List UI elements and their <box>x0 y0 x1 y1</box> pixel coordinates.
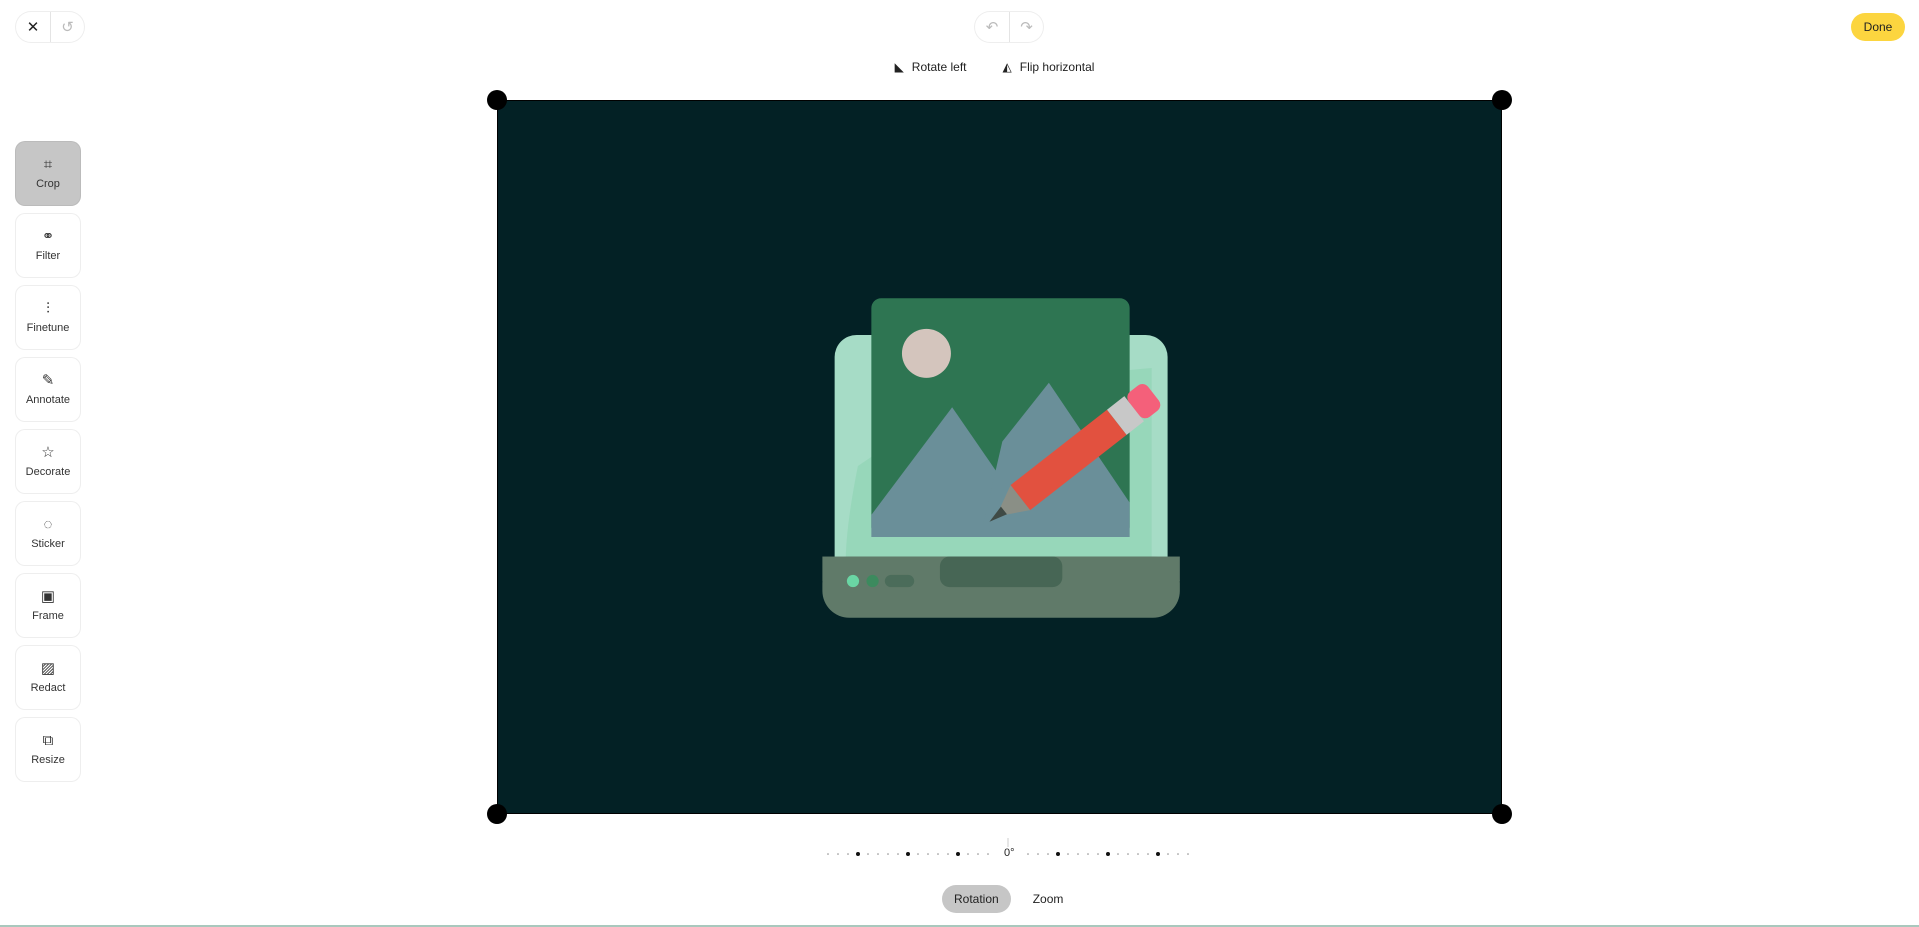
tool-filter[interactable]: ⚭ Filter <box>16 214 80 277</box>
rotation-tick <box>937 853 939 855</box>
star-icon: ☆ <box>41 444 55 461</box>
rotation-tick <box>1177 853 1179 855</box>
rotation-tick <box>1106 852 1110 856</box>
tool-sticker[interactable]: ◌ Sticker <box>16 502 80 565</box>
tool-label: Frame <box>32 610 64 622</box>
rotation-tick <box>1087 853 1089 855</box>
undo-icon[interactable]: ↶ <box>975 12 1009 42</box>
tool-decorate[interactable]: ☆ Decorate <box>16 430 80 493</box>
tool-redact[interactable]: ▨ Redact <box>16 646 80 709</box>
crop-icon: ⌗ <box>43 156 53 173</box>
rotation-tick <box>1147 853 1149 855</box>
rotation-tick <box>877 853 879 855</box>
tool-label: Sticker <box>31 538 65 550</box>
rotation-tick <box>1127 853 1129 855</box>
rotate-left-button[interactable]: ◣ Rotate left <box>895 60 967 74</box>
rotation-tick <box>927 853 929 855</box>
close-icon[interactable]: ✕ <box>16 12 50 42</box>
tool-label: Redact <box>30 682 66 694</box>
rotation-tick <box>897 853 899 855</box>
tool-label: Finetune <box>26 322 70 334</box>
rotation-tick <box>867 853 869 855</box>
tool-label: Annotate <box>25 394 71 406</box>
rotation-tick <box>856 852 860 856</box>
crop-handle-top-right[interactable] <box>1492 90 1512 110</box>
rotation-tick <box>1137 853 1139 855</box>
rotation-tick <box>987 853 989 855</box>
rotation-tick <box>827 853 829 855</box>
rotation-tick <box>956 852 960 856</box>
crop-handle-bottom-left[interactable] <box>487 804 507 824</box>
rotation-slider[interactable]: 0° <box>826 838 1190 868</box>
tool-label: Resize <box>31 754 65 766</box>
rotation-tick <box>1047 853 1049 855</box>
flip-horizontal-label: Flip horizontal <box>1019 60 1095 74</box>
image-canvas[interactable] <box>487 90 1512 824</box>
tool-sidebar: ⌗ Crop ⚭ Filter ⫶ Finetune ✎ Annotate ☆ Decor… <box>16 142 80 790</box>
image-illustration <box>822 298 1180 618</box>
tool-finetune[interactable]: ⫶ Finetune <box>16 286 80 349</box>
flip-horizontal-button[interactable]: ◭ Flip horizontal <box>1003 60 1095 74</box>
rotation-tick <box>1037 853 1039 855</box>
tool-annotate[interactable]: ✎ Annotate <box>16 358 80 421</box>
rotation-tick <box>847 853 849 855</box>
rotation-value: 0° <box>1002 847 1017 859</box>
rotate-left-label: Rotate left <box>911 60 967 74</box>
rotation-tick <box>917 853 919 855</box>
sticker-icon: ◌ <box>43 516 53 533</box>
sliders-icon: ⫶ <box>46 300 50 317</box>
pencil-icon: ✎ <box>41 372 55 389</box>
rotation-tick <box>1097 853 1099 855</box>
undo-redo-group: ↶ ↷ <box>975 12 1043 42</box>
tool-resize[interactable]: ⧉ Resize <box>16 718 80 781</box>
rotation-tick <box>837 853 839 855</box>
rotation-tick <box>1056 852 1060 856</box>
tool-label: Decorate <box>25 466 71 478</box>
tool-label: Filter <box>35 250 61 262</box>
redact-icon: ▨ <box>40 660 56 677</box>
tool-frame[interactable]: ▣ Frame <box>16 574 80 637</box>
rotation-tick <box>906 852 910 856</box>
rotation-tick <box>977 853 979 855</box>
rotation-tick <box>1077 853 1079 855</box>
rotation-tick <box>1067 853 1069 855</box>
flip-horizontal-icon: ◭ <box>1002 60 1012 74</box>
history-icon[interactable]: ↺ <box>50 12 84 42</box>
rotation-tick <box>947 853 949 855</box>
tab-rotation[interactable]: Rotation <box>942 885 1011 913</box>
redo-icon[interactable]: ↷ <box>1009 12 1043 42</box>
tab-zoom[interactable]: Zoom <box>1021 885 1076 913</box>
history-group: ✕ ↺ <box>16 12 84 42</box>
tool-label: Crop <box>36 178 60 190</box>
rotation-tick <box>967 853 969 855</box>
rotation-tick <box>1156 852 1160 856</box>
tool-crop[interactable]: ⌗ Crop <box>16 142 80 205</box>
filter-icon: ⚭ <box>41 228 55 245</box>
rotation-tick <box>1027 853 1029 855</box>
rotation-tick <box>1187 853 1189 855</box>
rotation-tick <box>887 853 889 855</box>
frame-icon: ▣ <box>40 588 56 605</box>
rotation-tick <box>1117 853 1119 855</box>
resize-icon: ⧉ <box>42 732 54 749</box>
crop-handle-bottom-right[interactable] <box>1492 804 1512 824</box>
crop-handle-top-left[interactable] <box>487 90 507 110</box>
rotation-tick <box>1167 853 1169 855</box>
done-button[interactable]: Done <box>1851 13 1905 41</box>
rotate-left-icon: ◣ <box>894 60 904 74</box>
